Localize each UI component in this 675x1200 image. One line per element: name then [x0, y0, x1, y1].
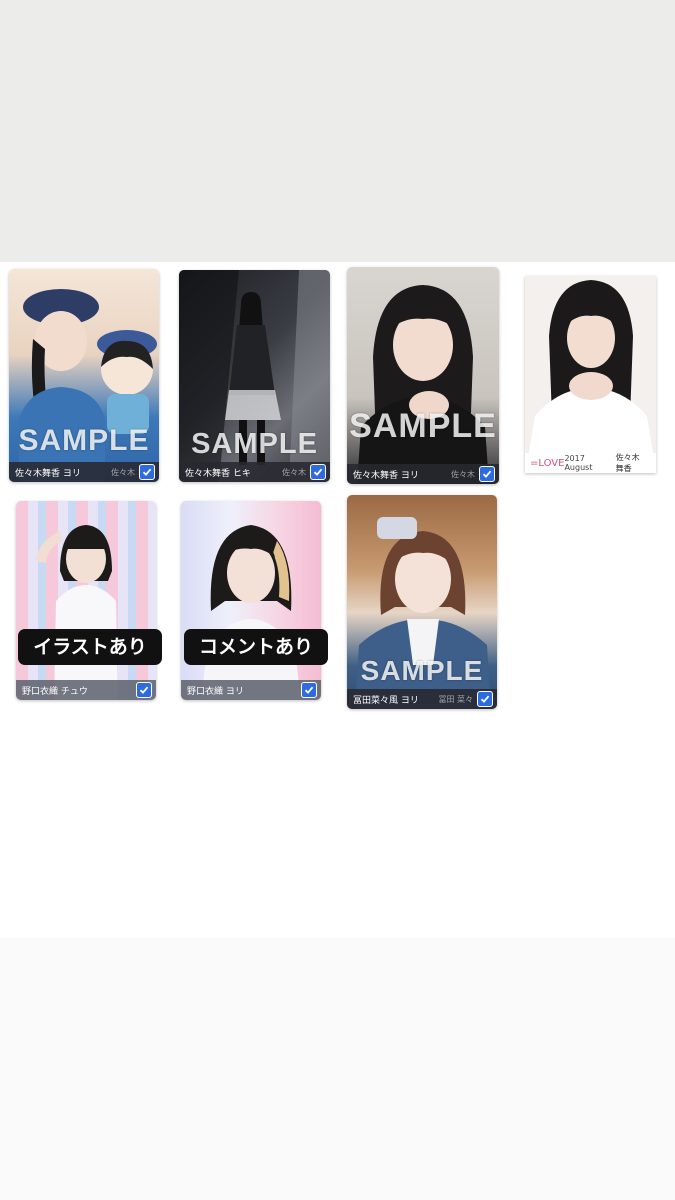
member-name: 野口衣織 ヨリ [187, 686, 244, 697]
card-caption: 佐々木舞香 ヨリ 佐々木 [347, 464, 499, 484]
checkbox-checked-icon[interactable] [310, 464, 326, 480]
photo-card-7[interactable]: SAMPLE 冨田菜々風 ヨリ 冨田 菜々 [347, 495, 497, 709]
print-date: 2017 August [564, 454, 593, 472]
sample-watermark: SAMPLE [18, 424, 150, 457]
member-name: 佐々木舞香 ヒキ [185, 468, 251, 479]
caption-extra-text: 冨田 菜々 [438, 694, 473, 704]
sample-watermark: SAMPLE [349, 407, 497, 445]
caption-extra-text: 佐々木 [282, 467, 306, 477]
bottom-blank-area [0, 938, 675, 1200]
caption-extra-text: 佐々木 [111, 467, 135, 477]
card-caption: 佐々木舞香 ヨリ 佐々木 [9, 462, 159, 482]
person-silhouette [201, 525, 301, 700]
checkbox-checked-icon[interactable] [139, 464, 155, 480]
member-name: 佐々木舞香 ヨリ [353, 470, 419, 481]
sample-watermark: SAMPLE [360, 655, 484, 686]
member-name: 佐々木舞香 ヨリ [15, 468, 81, 479]
card-caption: 野口衣織 ヨリ [181, 680, 321, 700]
member-name: 佐々木 舞香 [615, 453, 640, 473]
photo-card-4[interactable]: =LOVE 2017 August 佐々木 舞香 [525, 276, 656, 473]
person-silhouette [36, 525, 118, 700]
comment-badge: コメントあり [184, 629, 328, 665]
member-name: 冨田菜々風 ヨリ [353, 695, 419, 706]
sample-watermark: SAMPLE [191, 428, 318, 460]
checkbox-checked-icon[interactable] [477, 691, 493, 707]
checkbox-checked-icon[interactable] [301, 682, 317, 698]
card-caption: 野口衣織 チュウ [16, 680, 156, 700]
card-photo [181, 501, 321, 700]
member-name: 野口衣織 チュウ [22, 686, 88, 697]
checkbox-checked-icon[interactable] [136, 682, 152, 698]
print-footer: =LOVE 2017 August 佐々木 舞香 [525, 453, 656, 473]
illustration-badge: イラストあり [18, 629, 162, 665]
checkbox-checked-icon[interactable] [479, 466, 495, 482]
photo-card-5[interactable]: 野口衣織 チュウ [16, 501, 156, 700]
person-silhouette [357, 285, 489, 484]
card-photo [16, 501, 156, 700]
card-caption: 冨田菜々風 ヨリ 冨田 菜々 [347, 689, 497, 709]
card-caption: 佐々木舞香 ヒキ 佐々木 [179, 462, 330, 482]
photo-card-1[interactable]: SAMPLE 佐々木舞香 ヨリ 佐々木 [9, 269, 159, 482]
photo-card-2[interactable]: SAMPLE 佐々木舞香 ヒキ 佐々木 [179, 270, 330, 482]
brand-logo: =LOVE [530, 457, 565, 469]
caption-extra-text: 佐々木 [451, 469, 475, 479]
card-photo [347, 267, 499, 484]
photo-card-3[interactable]: SAMPLE 佐々木舞香 ヨリ 佐々木 [347, 267, 499, 484]
top-blank-area [0, 0, 675, 262]
person-silhouette [525, 276, 656, 453]
photo-card-6[interactable]: 野口衣織 ヨリ [181, 501, 321, 700]
